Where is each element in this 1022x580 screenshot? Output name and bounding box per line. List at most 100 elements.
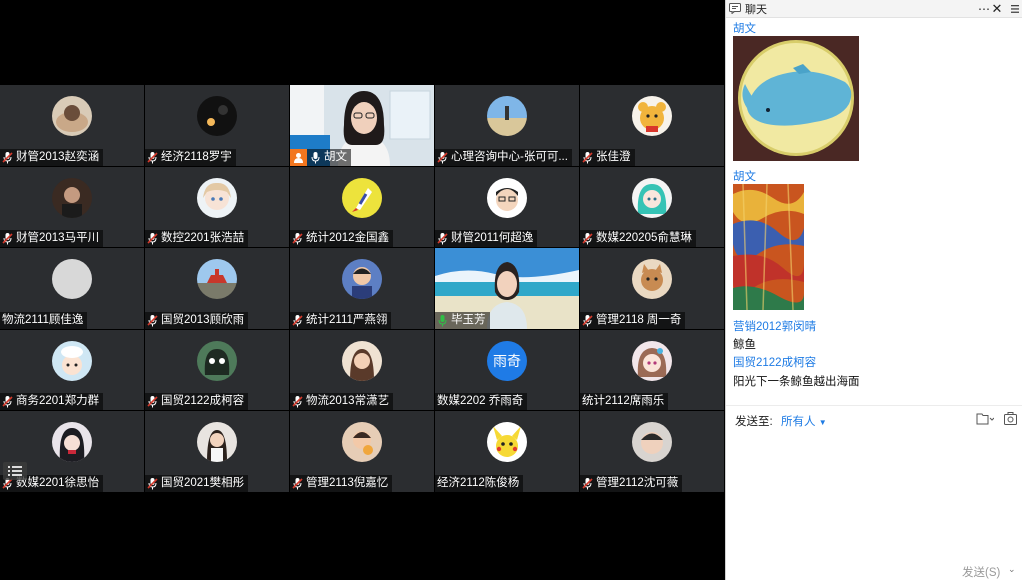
- whale-drawing-image[interactable]: [733, 36, 859, 161]
- participant-tile[interactable]: 统计2111严燕翎: [290, 248, 434, 329]
- participant-name-bar: 财管2013赵奕涵: [0, 148, 104, 166]
- participant-tile[interactable]: 经济2118罗宇: [145, 85, 289, 166]
- participant-name: 数媒220205俞慧琳: [596, 232, 692, 245]
- more-icon[interactable]: ⋯: [977, 0, 991, 17]
- participant-name: 国贸2021樊相彤: [161, 476, 245, 489]
- participant-name: 数媒2202 乔雨奇: [437, 395, 524, 408]
- participant-name: 数控2201张浩喆: [161, 232, 245, 245]
- avatar: [632, 340, 672, 381]
- recipient-dropdown[interactable]: 所有人 ▼: [781, 413, 827, 429]
- participant-name: 物流2111顾佳逸: [2, 313, 84, 326]
- send-button[interactable]: 发送(S): [962, 564, 1000, 580]
- file-icon[interactable]: [976, 412, 995, 428]
- host-icon: [290, 148, 307, 166]
- participant-name: 国贸2013顾欣雨: [161, 313, 245, 326]
- participant-tile[interactable]: 管理2113倪嘉忆: [290, 411, 434, 492]
- mic-muted-icon: [582, 314, 593, 327]
- mic-muted-icon: [582, 151, 593, 164]
- menu-icon[interactable]: [1009, 0, 1021, 17]
- participant-name-bar: 物流2013常潇艺: [290, 393, 394, 411]
- mic-muted-icon: [292, 396, 303, 408]
- close-icon[interactable]: ✕: [991, 0, 1003, 17]
- participant-name-bar: 经济2112陈俊杨: [435, 474, 524, 492]
- mic-muted-icon: [2, 233, 13, 245]
- participant-tile[interactable]: 经济2112陈俊杨: [435, 411, 579, 492]
- avatar: [632, 96, 672, 136]
- avatar: [487, 422, 527, 463]
- mic-muted-icon: [147, 396, 158, 408]
- participant-tile[interactable]: 毕玉芳: [435, 248, 579, 329]
- participant-name: 财管2011何超逸: [451, 232, 534, 245]
- chat-panel: 聊天 ⋯ ✕ 胡文 胡文 营销2012郭闵晴 鲸鱼 国贸2122成柯容 阳光下一…: [725, 0, 1022, 580]
- participant-tile[interactable]: 雨奇 数媒2202 乔雨奇: [435, 329, 579, 411]
- participant-tile[interactable]: 财管2013马平川: [0, 166, 144, 248]
- participant-tile[interactable]: 数控2201张浩喆: [145, 166, 289, 248]
- screenshot-icon[interactable]: [1004, 412, 1017, 428]
- participant-name: 财管2013赵奕涵: [16, 150, 100, 163]
- avatar: [197, 340, 237, 381]
- participant-name: 财管2013马平川: [16, 232, 100, 245]
- participant-tile[interactable]: 管理2112沈可薇: [580, 411, 724, 492]
- send-to-row: 发送至: 所有人 ▼: [726, 409, 1022, 431]
- mic-on-icon: [311, 151, 320, 164]
- participant-tile[interactable]: 物流2111顾佳逸: [0, 248, 144, 329]
- avatar: [487, 96, 527, 136]
- chat-header: 聊天 ⋯ ✕: [726, 0, 1022, 18]
- participant-name-bar: 心理咨询中心-张可可...: [435, 148, 572, 166]
- participant-tile[interactable]: 数媒220205俞慧琳: [580, 166, 724, 248]
- avatar: [632, 177, 672, 218]
- participant-name-bar: 统计2012金国鑫: [290, 230, 394, 248]
- abstract-painting-image[interactable]: [733, 184, 804, 310]
- mic-muted-icon: [582, 477, 593, 490]
- participant-name: 心理咨询中心-张可可...: [451, 150, 568, 163]
- video-area: 财管2013赵奕涵 经济2118罗宇 胡文 心理咨询中心-张可可... 张佳澄财管201…: [0, 0, 725, 580]
- participant-tile[interactable]: 财管2013赵奕涵: [0, 85, 144, 166]
- participant-tile[interactable]: 商务2201郑力群: [0, 329, 144, 411]
- avatar: [342, 259, 382, 300]
- chat-message-list[interactable]: 胡文 胡文 营销2012郭闵晴 鲸鱼 国贸2122成柯容 阳光下一条鲸鱼越出海面: [726, 18, 1022, 408]
- participant-name-bar: 张佳澄: [580, 148, 635, 166]
- mic-muted-icon: [582, 233, 593, 245]
- participant-tile[interactable]: 统计2012金国鑫: [290, 166, 434, 248]
- avatar: [52, 96, 92, 136]
- participant-tile[interactable]: 国贸2122成柯容: [145, 329, 289, 411]
- participant-tile[interactable]: 统计2112席雨乐: [580, 329, 724, 411]
- participant-tile[interactable]: 物流2013常潇艺: [290, 329, 434, 411]
- participant-name: 统计2112席雨乐: [582, 395, 665, 408]
- participant-tile[interactable]: 财管2011何超逸: [435, 166, 579, 248]
- avatar: [52, 259, 92, 300]
- mic-muted-icon: [292, 477, 303, 490]
- participant-name-bar: 商务2201郑力群: [0, 393, 104, 411]
- caret-down-icon: ▼: [818, 418, 827, 427]
- participant-name-bar: 统计2111严燕翎: [290, 311, 392, 329]
- participant-tile[interactable]: 胡文: [290, 85, 434, 166]
- participant-name-bar: 财管2011何超逸: [435, 230, 538, 248]
- mic-muted-icon: [292, 233, 303, 245]
- mic-muted-icon: [147, 233, 158, 245]
- mic-muted-icon: [147, 151, 158, 164]
- participant-grid: 财管2013赵奕涵 经济2118罗宇 胡文 心理咨询中心-张可可... 张佳澄财管201…: [0, 85, 725, 493]
- participant-name-bar: 胡文: [290, 148, 351, 166]
- send-options-chevron-icon[interactable]: ⌄: [1008, 564, 1016, 575]
- participant-tile[interactable]: 心理咨询中心-张可可...: [435, 85, 579, 166]
- participant-tile[interactable]: 国贸2013顾欣雨: [145, 248, 289, 329]
- avatar: [632, 422, 672, 463]
- participant-tile[interactable]: 张佳澄: [580, 85, 724, 166]
- mic-muted-icon: [2, 396, 13, 408]
- participant-name: 管理2112沈可薇: [596, 476, 679, 489]
- chat-title: 聊天: [745, 3, 767, 16]
- participant-name-bar: 管理2112沈可薇: [580, 474, 683, 492]
- avatar: [487, 177, 527, 218]
- participant-name-bar: 财管2013马平川: [0, 230, 104, 248]
- participant-list-toggle[interactable]: [3, 462, 27, 480]
- participant-tile[interactable]: 管理2118 周一奇: [580, 248, 724, 329]
- participant-tile[interactable]: 国贸2021樊相彤: [145, 411, 289, 492]
- mic-muted-icon: [147, 477, 158, 490]
- participant-name-bar: 数媒220205俞慧琳: [580, 230, 696, 248]
- participant-name: 经济2118罗宇: [161, 150, 232, 163]
- participant-name: 胡文: [324, 150, 347, 163]
- participant-name: 数媒2201徐思怡: [16, 476, 100, 489]
- avatar: [52, 177, 92, 218]
- message-input[interactable]: [732, 434, 1021, 558]
- participant-name-bar: 物流2111顾佳逸: [0, 311, 88, 329]
